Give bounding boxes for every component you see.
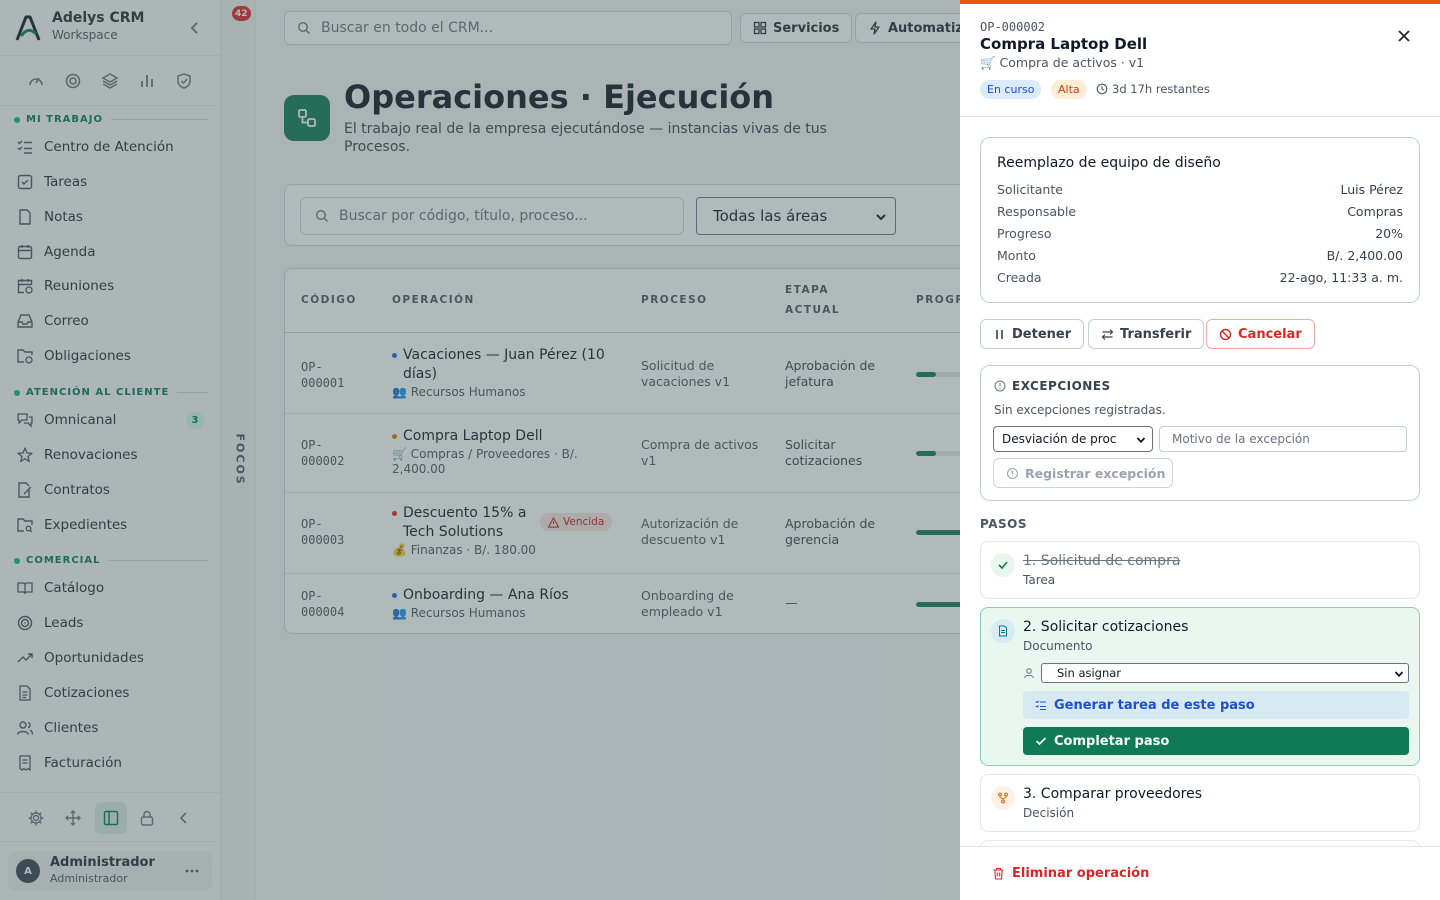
chevron-down-icon (1394, 671, 1404, 678)
operation-process: 🛒 Compra de activos · v1 (980, 55, 1145, 70)
step-type: Tarea (1023, 573, 1056, 587)
transfer-button[interactable]: Transferir (1088, 319, 1205, 349)
step-item[interactable]: 3. Comparar proveedores Decisión (980, 774, 1420, 832)
step-title: 2. Solicitar cotizaciones (1023, 619, 1189, 635)
clock-icon (1096, 83, 1108, 95)
cancel-button[interactable]: Cancelar (1206, 319, 1315, 349)
priority-accent-bar (960, 0, 1440, 4)
list-checks-icon (1035, 700, 1046, 711)
step-status-icon (991, 553, 1015, 577)
register-exception-button[interactable]: Registrar excepción (993, 458, 1173, 488)
info-row-owner: Responsable Compras (997, 204, 1403, 219)
panel-footer: Eliminar operación (960, 846, 1440, 900)
status-badge: En curso (980, 80, 1042, 99)
info-icon (994, 380, 1006, 392)
operation-info-card: Reemplazo de equipo de diseño Solicitant… (980, 137, 1420, 303)
check-icon (1035, 737, 1047, 746)
info-row-created: Creada 22-ago, 11:33 a. m. (997, 270, 1403, 285)
info-heading: Reemplazo de equipo de diseño (997, 155, 1221, 171)
operation-title: Compra Laptop Dell (980, 35, 1148, 53)
step-status-icon (991, 786, 1015, 810)
check-icon (998, 561, 1008, 570)
exceptions-empty-text: Sin excepciones registradas. (994, 403, 1166, 417)
exceptions-title: EXCEPCIONES (994, 379, 1111, 393)
priority-badge: Alta (1051, 80, 1087, 99)
stop-button[interactable]: Detener (980, 319, 1085, 349)
exception-type-select[interactable]: Desviación de proc (993, 426, 1153, 452)
trash-icon (993, 867, 1004, 880)
step-type: Documento (1023, 639, 1093, 653)
exceptions-card: EXCEPCIONES Sin excepciones registradas.… (980, 365, 1420, 501)
assignee-select[interactable]: Sin asignar (1041, 663, 1409, 683)
info-row-requester: Solicitante Luis Pérez (997, 182, 1403, 197)
step-type: Decisión (1023, 806, 1075, 820)
chevron-down-icon (1136, 435, 1146, 445)
pause-icon (996, 329, 1003, 339)
step-status-icon (991, 619, 1015, 643)
operation-detail-panel: OP-000002 Compra Laptop Dell 🛒 Compra de… (960, 0, 1440, 900)
divider (960, 116, 1440, 117)
exception-reason-input[interactable]: Motivo de la excepción (1159, 426, 1407, 452)
assignee-row: Sin asignar (1023, 663, 1411, 683)
ban-icon (1219, 328, 1232, 340)
user-icon (1024, 668, 1034, 679)
info-row-amount: Monto B/. 2,400.00 (997, 248, 1403, 263)
generate-task-button[interactable]: Generar tarea de este paso (1023, 691, 1409, 719)
steps-heading: PASOS (980, 517, 1027, 531)
decision-icon (998, 792, 1008, 804)
step-title: 1. Solicitud de compra (1023, 553, 1181, 569)
modal-backdrop[interactable] (0, 0, 960, 900)
transfer-icon (1101, 328, 1114, 340)
time-remaining: 3d 17h restantes (1096, 82, 1210, 96)
step-item[interactable]: 1. Solicitud de compra Tarea (980, 541, 1420, 599)
close-button[interactable] (1394, 26, 1414, 46)
step-title: 3. Comparar proveedores (1023, 786, 1203, 802)
step-item-active[interactable]: 2. Solicitar cotizaciones Documento Sin … (980, 607, 1420, 766)
document-icon (999, 625, 1007, 637)
info-row-progress: Progreso 20% (997, 226, 1403, 241)
complete-step-button[interactable]: Completar paso (1023, 727, 1409, 755)
operation-code: OP-000002 (980, 20, 1046, 34)
close-icon (1398, 30, 1410, 42)
info-icon (1006, 467, 1019, 479)
delete-operation-button[interactable]: Eliminar operación (992, 866, 1149, 881)
